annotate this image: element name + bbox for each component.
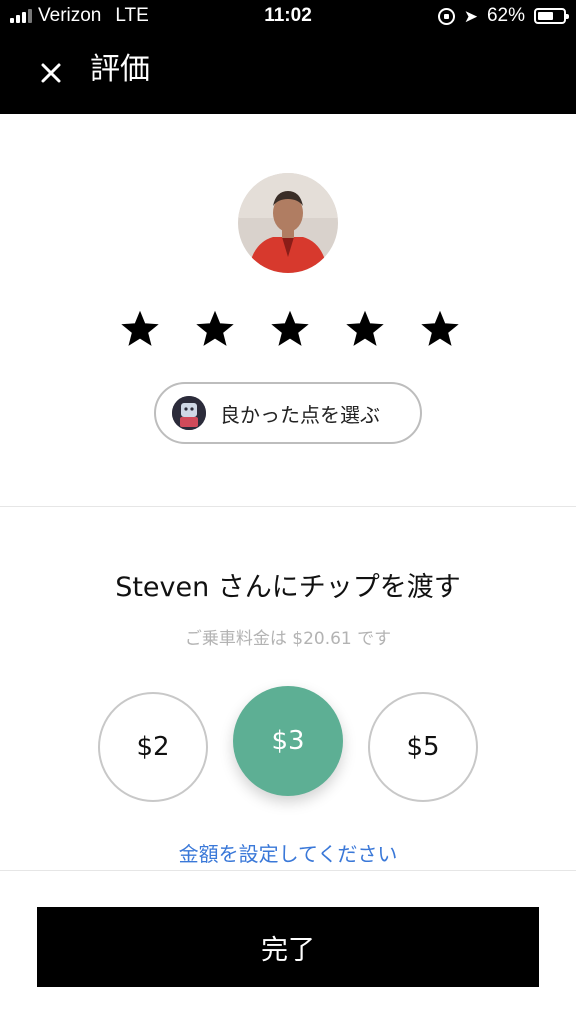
- page-title: 評価: [90, 52, 150, 87]
- section-divider: [0, 506, 576, 507]
- close-button[interactable]: [34, 56, 68, 90]
- status-right: ➤ 62%: [437, 5, 569, 27]
- close-icon: [41, 63, 61, 83]
- star-1-icon[interactable]: [120, 302, 160, 356]
- star-2-icon[interactable]: [195, 302, 235, 356]
- select-compliment-button[interactable]: 良かった点を選ぶ: [154, 382, 422, 444]
- star-4-icon[interactable]: [345, 302, 385, 356]
- rotation-lock-icon: [437, 7, 455, 25]
- custom-tip-link[interactable]: 金額を設定してください: [0, 838, 576, 870]
- tip-option-2-button[interactable]: $2: [98, 692, 208, 802]
- header-bar: 評価: [0, 32, 576, 114]
- star-rating: [120, 302, 460, 356]
- tip-option-3-button[interactable]: $3: [233, 686, 343, 796]
- compliment-icon: [172, 396, 206, 430]
- status-bar: Verizon LTE 11:02 ➤ 62%: [0, 0, 576, 32]
- done-button[interactable]: 完了: [37, 907, 539, 987]
- tip-title: Steven さんにチップを渡す: [115, 572, 461, 603]
- battery-percent: 62%: [486, 5, 525, 26]
- rating-screen: Verizon LTE 11:02 ➤ 62% 評価 良かった点を選ぶ Stev…: [0, 0, 576, 1024]
- fare-subtitle: ご乗車料金は $20.61 です: [184, 629, 392, 649]
- driver-photo: [238, 173, 338, 273]
- battery-icon: [534, 8, 569, 24]
- tip-option-5-button[interactable]: $5: [368, 692, 478, 802]
- star-3-icon[interactable]: [270, 302, 310, 356]
- battery-fill: [538, 12, 553, 20]
- location-arrow-icon: ➤: [463, 6, 478, 26]
- footer-divider: [0, 870, 576, 871]
- star-5-icon[interactable]: [420, 302, 460, 356]
- driver-avatar: [238, 173, 338, 273]
- compliment-label: 良かった点を選ぶ: [220, 402, 380, 427]
